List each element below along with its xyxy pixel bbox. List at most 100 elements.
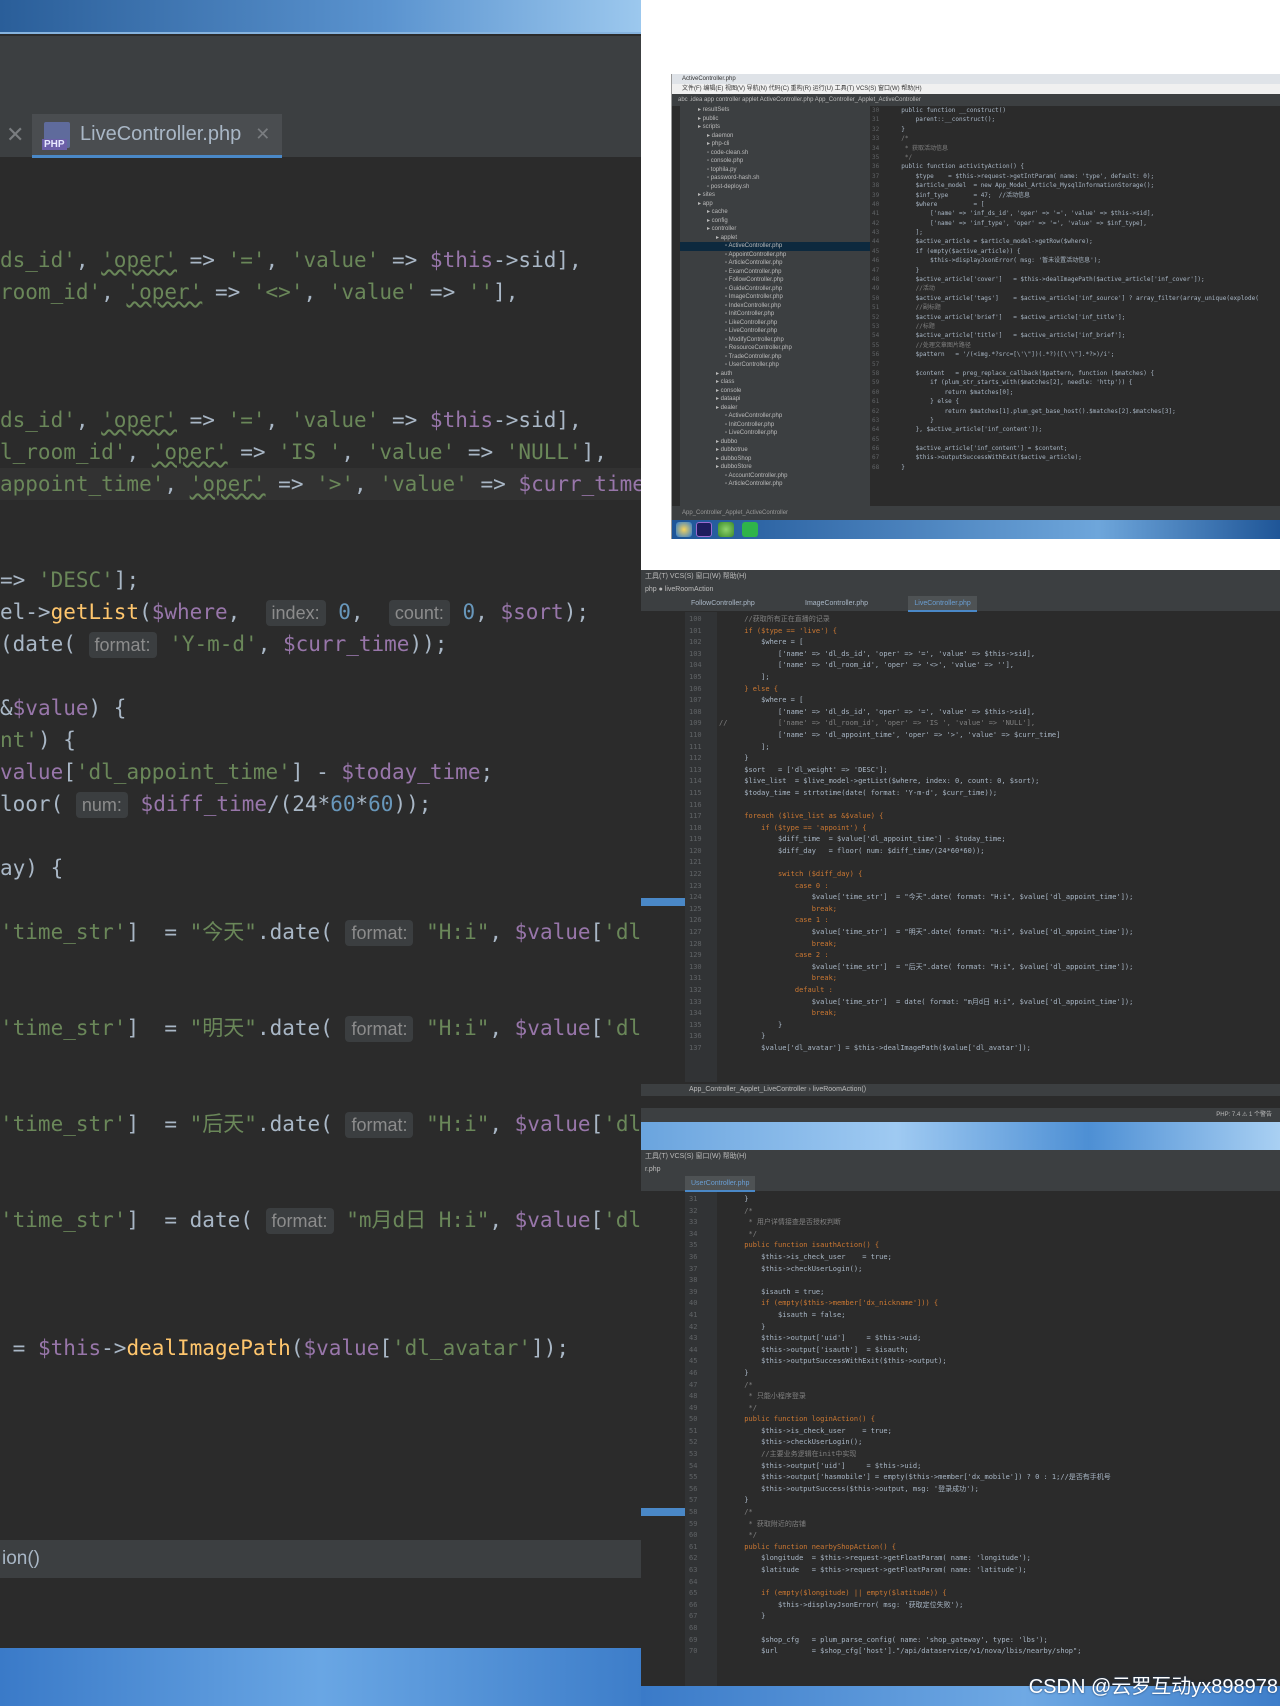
menu-bar[interactable]: 工具(T) VCS(S) 窗口(W) 帮助(H) (641, 570, 1280, 584)
tree-item[interactable]: ▫ code-clean.sh (680, 149, 870, 158)
code-line: 65 if (empty($longitude) || empty($latit… (689, 1589, 947, 1598)
tree-item[interactable]: ▫ ResourceController.php (680, 344, 870, 353)
project-tree[interactable]: ▸ resultSets ▸ public ▸ scripts ▸ daemon ▸ p… (680, 106, 870, 506)
tree-item[interactable]: ▸ app (680, 200, 870, 209)
status-bar: App_Controller_Applet_ActiveController (672, 506, 1280, 520)
tree-item[interactable]: ▸ class (680, 378, 870, 387)
tree-item[interactable]: ▫ ActiveController.php (680, 242, 870, 251)
close-icon[interactable]: ✕ (6, 122, 24, 148)
tree-item[interactable]: ▸ daemon (680, 132, 870, 141)
wechat-icon[interactable] (742, 522, 758, 537)
tree-item[interactable]: ▸ dealer (680, 404, 870, 413)
menu-bar[interactable]: 工具(T) VCS(S) 窗口(W) 帮助(H) (641, 1150, 1280, 1164)
code-line: 57 } (689, 1496, 749, 1505)
code-line: 101 if ($type == 'live') { (689, 626, 838, 635)
tree-item[interactable]: ▸ auth (680, 370, 870, 379)
code-line: 38 $article_model = new App_Model_Articl… (872, 182, 1155, 190)
scroll-marker (641, 898, 685, 906)
code-line: room_id', 'oper' => '<>', 'value' => '']… (0, 280, 519, 304)
code-line: 113 $sort = ['dl_weight' => 'DESC']; (689, 765, 888, 774)
code-line: 118 if ($type == 'appoint') { (689, 823, 867, 832)
editor-tab-bar[interactable]: UserController.php (641, 1176, 1280, 1192)
editor-tab[interactable]: LiveController.php (908, 596, 977, 612)
tree-item[interactable]: ▫ InitController.php (680, 421, 870, 430)
code-line: 128 break; (689, 939, 838, 948)
tree-item[interactable]: ▸ resultSets (680, 106, 870, 115)
tree-item[interactable]: ▫ LikeController.php (680, 319, 870, 328)
tree-item[interactable]: ▸ dubboShop (680, 455, 870, 464)
breadcrumb[interactable]: abc .idea app controller applet ActiveCo… (672, 94, 1280, 106)
tree-item[interactable]: ▸ console (680, 387, 870, 396)
tree-item[interactable]: ▫ ArticleController.php (680, 259, 870, 268)
tree-item[interactable]: ▫ LiveController.php (680, 327, 870, 336)
code-editor[interactable]: 31 } 32 /* 33 * 用户详情接查是否授权判断 34 */ 35 public… (689, 1194, 1111, 1658)
code-line: 42 ['name' => 'inf_type', 'oper' => '=',… (872, 219, 1147, 227)
tree-item[interactable]: ▫ ActiveController.php (680, 412, 870, 421)
tree-item[interactable]: ▸ php-cli (680, 140, 870, 149)
tree-item[interactable]: ▸ controller (680, 225, 870, 234)
tree-item[interactable]: ▫ UserController.php (680, 361, 870, 370)
tree-item[interactable]: ▫ LiveController.php (680, 429, 870, 438)
editor-tab[interactable]: UserController.php (685, 1176, 756, 1192)
tree-item[interactable]: ▸ public (680, 115, 870, 124)
tree-item[interactable]: ▸ dubbo (680, 438, 870, 447)
code-line: 64 (689, 1577, 698, 1586)
start-icon[interactable] (676, 522, 692, 537)
tree-item[interactable]: ▫ password-hash.sh (680, 174, 870, 183)
code-line: 136 } (689, 1032, 766, 1041)
tree-item[interactable]: ▸ applet (680, 234, 870, 243)
editor-tab[interactable]: ImageController.php (799, 596, 874, 612)
breadcrumb[interactable]: php ● liveRoomAction (641, 584, 1280, 596)
code-line: 33 /* (872, 135, 909, 143)
code-editor[interactable]: ds_id', 'oper' => '=', 'value' => $this-… (0, 158, 641, 1538)
code-line: 'time_str'] = "后天".date( format: "H:i", … (0, 1112, 641, 1138)
code-line: 66 $active_article['inf_content'] = $con… (872, 445, 1068, 453)
breadcrumb[interactable]: r.php (641, 1164, 1280, 1176)
breadcrumb-status: ion() (0, 1540, 641, 1578)
menu-bar[interactable]: 文件(F) 编辑(E) 视图(V) 导航(N) 代码(C) 重构(R) 运行(U… (672, 84, 1280, 94)
taskbar (0, 1648, 641, 1706)
tree-item[interactable]: ▫ TradeController.php (680, 353, 870, 362)
editor-tab-bar[interactable]: FollowController.php ImageController.php L… (641, 596, 1280, 612)
tree-item[interactable]: ▫ InitController.php (680, 310, 870, 319)
code-line: 39 $isauth = true; (689, 1287, 825, 1296)
tree-item[interactable]: ▫ ArticleController.php (680, 480, 870, 489)
code-editor[interactable]: 30 public function __construct() 31 paren… (872, 106, 1280, 506)
tree-item[interactable]: ▫ FollowController.php (680, 276, 870, 285)
tab-live-controller[interactable]: PHP LiveController.php ✕ (32, 114, 282, 158)
browser-icon[interactable] (718, 522, 734, 537)
code-line: 110 ['name' => 'dl_appoint_time', 'oper'… (689, 730, 1061, 739)
zoomed-editor-panel: ✕ PHP LiveController.php ✕ ds_id', 'oper… (0, 0, 641, 1706)
close-icon[interactable]: ✕ (255, 124, 270, 145)
tree-item[interactable]: ▫ ModifyController.php (680, 336, 870, 345)
tree-item[interactable]: ▸ dubbotrue (680, 446, 870, 455)
tree-item[interactable]: ▸ scripts (680, 123, 870, 132)
tree-item[interactable]: ▫ AppointController.php (680, 251, 870, 260)
code-editor[interactable]: 100 //获取所有正在直播的记录 101 if ($type == 'live'… (689, 614, 1133, 1055)
code-line: 63 } (872, 416, 934, 424)
code-line: 42 } (689, 1322, 766, 1331)
tree-item[interactable]: ▸ dubboStore (680, 463, 870, 472)
tree-item[interactable]: ▫ tophila.py (680, 166, 870, 175)
code-line: 37 $this->checkUserLogin(); (689, 1264, 863, 1273)
code-line: 56 $pattern = '/(<img.*?src=[\'\"])(.*?)… (872, 351, 1115, 359)
tree-item[interactable]: ▸ cache (680, 208, 870, 217)
tree-item[interactable]: ▫ AccountController.php (680, 472, 870, 481)
code-line: 40 if (empty($this->member['dx_nickname'… (689, 1299, 939, 1308)
tree-item[interactable]: ▫ post-deploy.sh (680, 183, 870, 192)
phpstorm-icon[interactable] (696, 522, 712, 537)
code-line: &$value) { (0, 696, 127, 720)
editor-tab[interactable]: FollowController.php (685, 596, 761, 612)
tree-item[interactable]: ▸ config (680, 217, 870, 226)
code-line: 125 break; (689, 904, 838, 913)
code-line: 31 } (689, 1195, 749, 1203)
tree-item[interactable]: ▫ console.php (680, 157, 870, 166)
tree-item[interactable]: ▫ GuideController.php (680, 285, 870, 294)
tree-item[interactable]: ▫ ImageController.php (680, 293, 870, 302)
tree-item[interactable]: ▫ IndexController.php (680, 302, 870, 311)
tree-item[interactable]: ▸ sites (680, 191, 870, 200)
tree-item[interactable]: ▸ dataapi (680, 395, 870, 404)
tree-item[interactable]: ▫ ExamController.php (680, 268, 870, 277)
code-line: (date( format: 'Y-m-d', $curr_time)); (0, 632, 448, 658)
code-line: 112 } (689, 754, 749, 763)
